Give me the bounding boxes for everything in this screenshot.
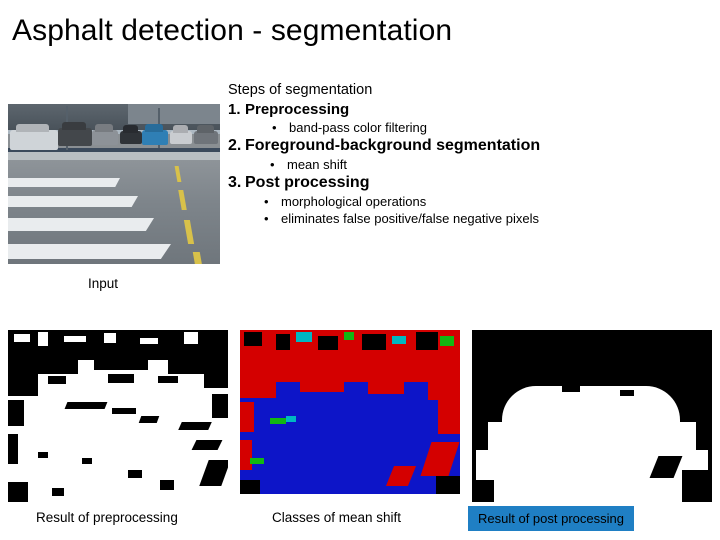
caption-preprocessing: Result of preprocessing bbox=[36, 510, 178, 525]
step-2: 2. Foreground-background segmentation bbox=[228, 137, 714, 155]
post-processing-image bbox=[472, 330, 712, 502]
caption-post-processing: Result of post processing bbox=[468, 506, 634, 531]
photo-car bbox=[170, 125, 192, 144]
step-1: 1. Preprocessing bbox=[228, 101, 714, 118]
page-title: Asphalt detection - segmentation bbox=[12, 14, 453, 47]
caption-mean-shift: Classes of mean shift bbox=[272, 510, 402, 525]
photo-car bbox=[10, 124, 58, 150]
preprocessing-image bbox=[8, 330, 228, 502]
bullet-icon: • bbox=[272, 120, 277, 135]
step-1-sub-1-text: band-pass color filtering bbox=[289, 120, 428, 135]
photo-crosswalk-stripe bbox=[8, 196, 139, 207]
photo-crosswalk-stripe bbox=[8, 178, 120, 187]
step-3-sub-2: • eliminates false positive/false negativ… bbox=[228, 211, 714, 226]
step-3-sub-1-text: morphological operations bbox=[281, 194, 427, 209]
step-2-sub-1: • mean shift bbox=[228, 157, 714, 172]
step-3-sub-2-text: eliminates false positive/false negative… bbox=[281, 211, 539, 226]
step-2-sub-1-text: mean shift bbox=[287, 157, 347, 172]
photo-buildings-right bbox=[128, 104, 220, 124]
bullet-icon: • bbox=[270, 157, 275, 172]
photo-car bbox=[58, 122, 92, 146]
photo-car bbox=[120, 125, 142, 144]
photo-car bbox=[142, 124, 168, 145]
step-3-number: 3. bbox=[228, 174, 242, 191]
input-image bbox=[8, 104, 220, 264]
step-2-label: Foreground-background segmentation bbox=[245, 137, 541, 154]
bullet-icon: • bbox=[264, 194, 269, 209]
photo-crosswalk-stripe bbox=[8, 218, 155, 231]
steps-block: Steps of segmentation 1. Preprocessing • b… bbox=[228, 82, 714, 228]
photo-car bbox=[194, 125, 218, 144]
steps-heading: Steps of segmentation bbox=[228, 82, 373, 98]
photo-crosswalk-stripe bbox=[8, 244, 172, 259]
slide: Asphalt detection - segmentation Input S… bbox=[0, 0, 720, 540]
mean-shift-image bbox=[240, 330, 460, 502]
step-3: 3. Post processing bbox=[228, 174, 714, 192]
step-3-sub-1: • morphological operations bbox=[228, 194, 714, 209]
bullet-icon: • bbox=[264, 211, 269, 226]
step-1-label: Preprocessing bbox=[245, 101, 350, 118]
step-2-number: 2. bbox=[228, 137, 242, 154]
step-1-number: 1. bbox=[228, 101, 241, 118]
photo-car bbox=[92, 124, 118, 145]
caption-input: Input bbox=[88, 276, 119, 291]
step-1-sub-1: • band-pass color filtering bbox=[228, 120, 714, 135]
step-3-label: Post processing bbox=[245, 174, 370, 191]
